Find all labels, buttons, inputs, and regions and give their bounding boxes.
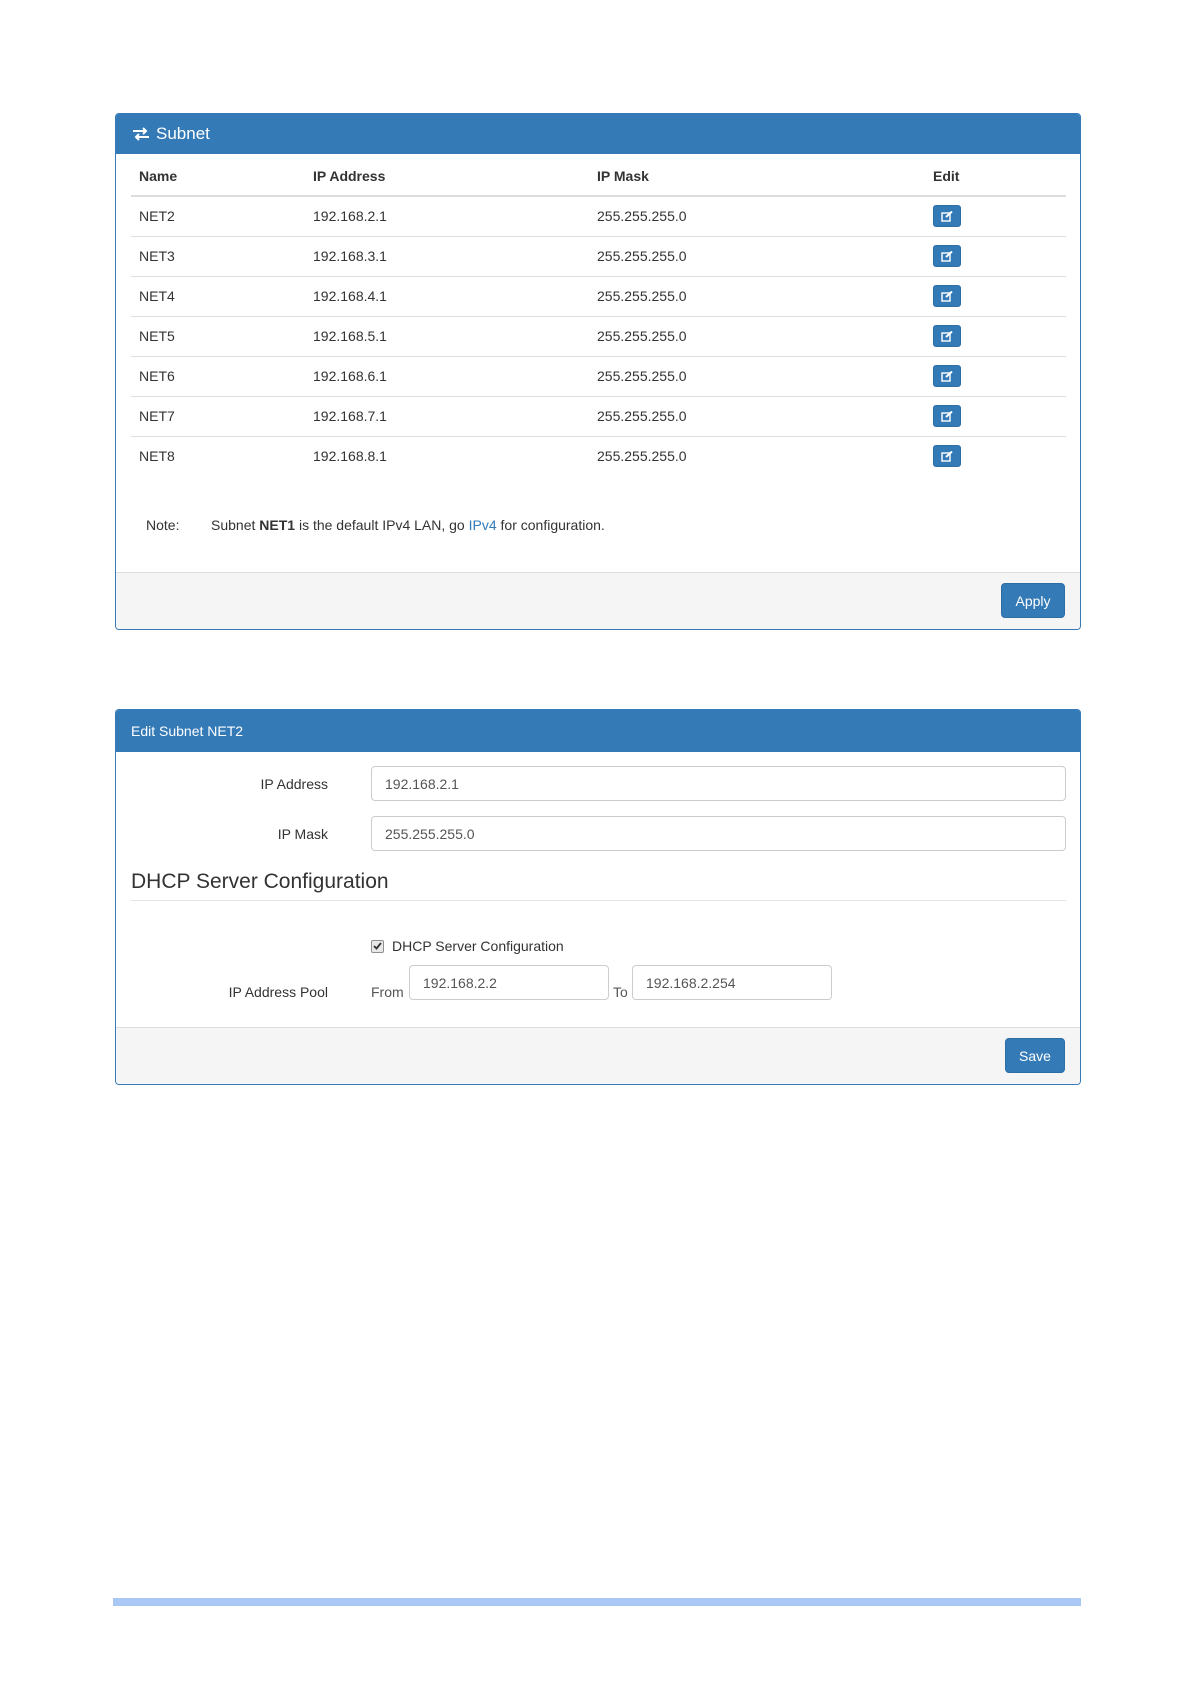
page-footer-bar: [113, 1598, 1081, 1606]
cell-ip: 192.168.6.1: [305, 356, 589, 397]
edit-icon: [941, 450, 953, 462]
cell-edit: [925, 436, 1066, 476]
cell-ip: 192.168.5.1: [305, 316, 589, 357]
cell-edit: [925, 196, 1066, 237]
cell-ip: 192.168.2.1: [305, 196, 589, 237]
table-row: NET6 192.168.6.1 255.255.255.0: [131, 356, 1066, 397]
cell-edit: [925, 396, 1066, 437]
note-bold: NET1: [259, 517, 296, 533]
edit-button-net3[interactable]: [933, 245, 961, 267]
exchange-icon: [133, 127, 149, 141]
edit-button-net4[interactable]: [933, 285, 961, 307]
cell-mask: 255.255.255.0: [589, 316, 925, 357]
edit-button-net5[interactable]: [933, 325, 961, 347]
ip-mask-label: IP Mask: [277, 825, 328, 842]
cell-ip: 192.168.4.1: [305, 276, 589, 317]
cell-ip: 192.168.3.1: [305, 236, 589, 277]
ip-address-label: IP Address: [260, 775, 328, 792]
table-row: NET5 192.168.5.1 255.255.255.0: [131, 316, 1066, 357]
pool-to-input[interactable]: [632, 965, 832, 1000]
cell-mask: 255.255.255.0: [589, 236, 925, 277]
dhcp-checkbox-label: DHCP Server Configuration: [392, 938, 564, 954]
table-row: NET2 192.168.2.1 255.255.255.0: [131, 196, 1066, 237]
cell-edit: [925, 236, 1066, 277]
edit-panel-title: Edit Subnet NET2: [131, 723, 244, 739]
section-title: DHCP Server Configuration: [131, 870, 1066, 901]
subnet-panel-heading: Subnet: [116, 114, 1080, 154]
note: Note: Subnet NET1 is the default IPv4 LA…: [146, 517, 605, 533]
table-row: NET4 192.168.4.1 255.255.255.0: [131, 276, 1066, 317]
ip-pool-label: IP Address Pool: [228, 984, 328, 1000]
ip-address-input[interactable]: [371, 766, 1066, 801]
table-row: NET7 192.168.7.1 255.255.255.0: [131, 396, 1066, 437]
edit-panel-footer: Save: [116, 1027, 1080, 1084]
note-prefix: Subnet: [211, 517, 260, 533]
pool-from-input[interactable]: [409, 965, 609, 1000]
cell-name: NET8: [139, 448, 175, 465]
cell-edit: [925, 276, 1066, 317]
cell-ip: 192.168.8.1: [313, 448, 387, 465]
cell-name: NET2: [131, 196, 305, 237]
cell-name: NET6: [131, 356, 305, 397]
apply-button[interactable]: Apply: [1001, 583, 1065, 618]
edit-panel-heading: Edit Subnet NET2: [116, 710, 1080, 752]
edit-button-net6[interactable]: [933, 365, 961, 387]
from-label: From: [371, 984, 404, 1000]
cell-mask: 255.255.255.0: [589, 356, 925, 397]
to-label: To: [613, 984, 628, 1000]
edit-icon: [941, 250, 953, 262]
edit-subnet-panel: Edit Subnet NET2 IP Address IP Mask DHCP…: [115, 709, 1081, 1085]
edit-icon: [941, 370, 953, 382]
column-header-name: Name: [131, 156, 305, 197]
table-header-row: Name IP Address IP Mask Edit: [131, 156, 1066, 197]
note-suffix: for configuration.: [496, 517, 605, 533]
note-label: Note:: [146, 517, 180, 533]
save-button[interactable]: Save: [1005, 1038, 1065, 1073]
dhcp-checkbox-row: DHCP Server Configuration: [371, 938, 564, 954]
edit-button-net2[interactable]: [933, 205, 961, 228]
cell-name: NET7: [131, 396, 305, 437]
column-header-mask: IP Mask: [589, 156, 925, 197]
subnet-table: Name IP Address IP Mask Edit NET2 192.16…: [131, 156, 1066, 476]
note-text: Subnet NET1 is the default IPv4 LAN, go …: [211, 517, 605, 533]
ip-mask-input[interactable]: [371, 816, 1066, 851]
edit-button-net7[interactable]: [933, 405, 961, 427]
cell-edit: [925, 356, 1066, 397]
subnet-panel: Subnet Name IP Address IP Mask Edit NET2…: [115, 113, 1081, 630]
subnet-panel-title: Subnet: [156, 124, 210, 143]
dhcp-checkbox[interactable]: [371, 939, 384, 953]
ip-address-row: IP Address: [116, 766, 1080, 801]
edit-button-net8[interactable]: [933, 445, 961, 468]
cell-name: NET3: [131, 236, 305, 277]
table-row: NET3 192.168.3.1 255.255.255.0: [131, 236, 1066, 277]
check-icon: [373, 942, 382, 950]
subnet-panel-footer: Apply: [116, 572, 1080, 629]
ip-mask-row: IP Mask: [116, 816, 1080, 851]
cell-ip: 192.168.7.1: [305, 396, 589, 437]
note-middle: is the default IPv4 LAN, go: [295, 517, 469, 533]
cell-name: NET5: [131, 316, 305, 357]
cell-mask: 255.255.255.0: [589, 196, 925, 237]
column-header-edit: Edit: [925, 156, 1066, 197]
edit-icon: [941, 290, 953, 302]
cell-mask: 255.255.255.0: [597, 448, 687, 465]
edit-icon: [941, 410, 953, 422]
ipv4-link[interactable]: IPv4: [469, 517, 497, 533]
cell-edit: [925, 316, 1066, 357]
table-row: NET8 192.168.8.1 255.255.255.0: [131, 436, 1066, 476]
cell-mask: 255.255.255.0: [589, 276, 925, 317]
cell-name: NET4: [131, 276, 305, 317]
column-header-ip: IP Address: [305, 156, 589, 197]
edit-icon: [941, 210, 953, 222]
cell-mask: 255.255.255.0: [589, 396, 925, 437]
edit-icon: [941, 330, 953, 342]
